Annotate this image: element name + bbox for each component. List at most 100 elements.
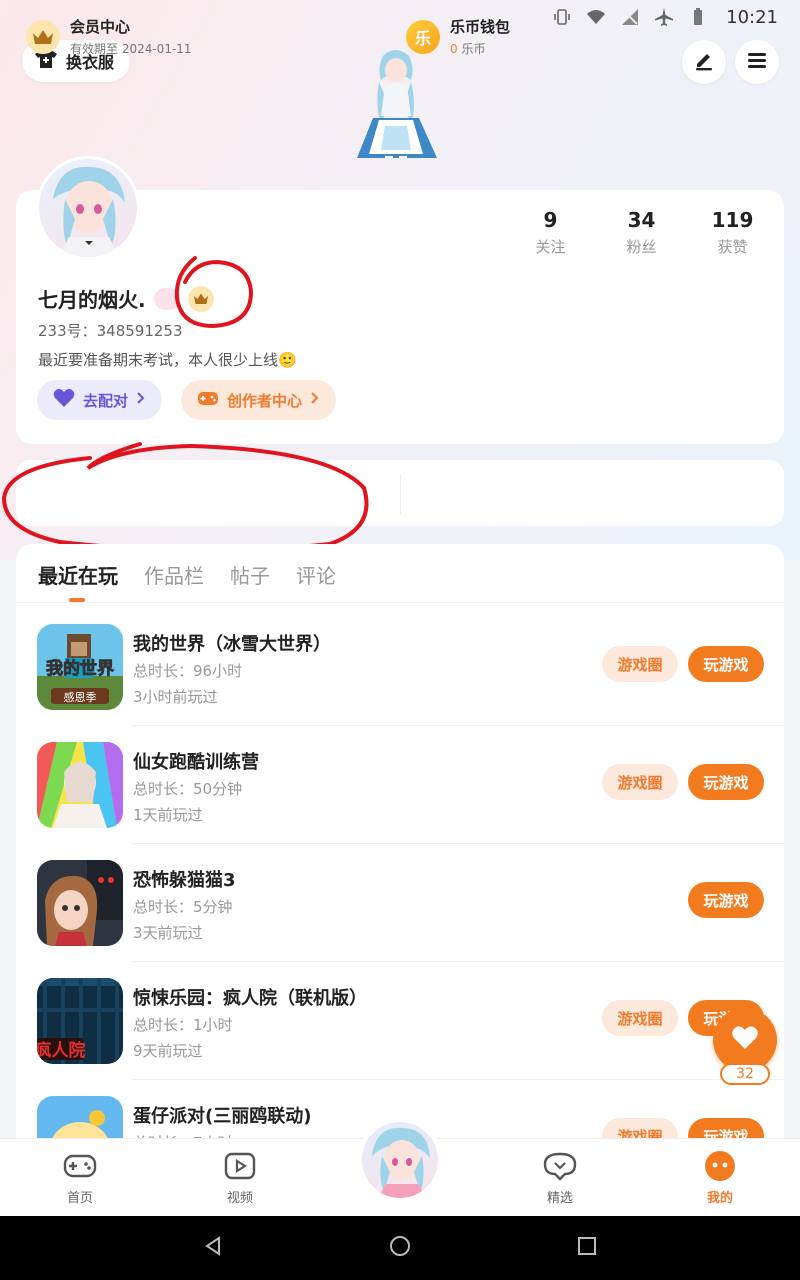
avatar[interactable] xyxy=(36,156,140,260)
nav-video[interactable]: 视频 xyxy=(200,1149,280,1206)
wifi-icon xyxy=(586,7,606,27)
heart-chat-icon xyxy=(543,1149,577,1183)
system-navigation-bar xyxy=(0,1216,800,1280)
game-name: 恐怖躲猫猫3 xyxy=(133,870,236,891)
gamepad-icon xyxy=(63,1149,97,1183)
profile-tabs: 最近在玩 作品栏 帖子 评论 xyxy=(38,560,336,589)
game-name: 惊悚乐园：疯人院（联机版） xyxy=(133,988,367,1009)
heart-icon xyxy=(731,1025,759,1055)
play-game-button[interactable]: 玩游戏 xyxy=(688,764,764,800)
tab-comments[interactable]: 评论 xyxy=(296,560,336,589)
member-center-entry[interactable]: 会员中心 有效期至 2024-01-11 xyxy=(26,16,192,57)
game-name: 我的世界（冰雪大世界） xyxy=(133,634,331,655)
wallet-amount: 0 xyxy=(450,42,458,56)
game-row[interactable]: 恐怖躲猫猫3 总时长：5分钟 3天前玩过 玩游戏 xyxy=(16,840,784,958)
menu-icon xyxy=(746,49,768,75)
back-icon[interactable] xyxy=(202,1235,224,1261)
vibrate-icon xyxy=(552,7,572,27)
nav-featured[interactable]: 精选 xyxy=(520,1149,600,1206)
nav-avatar xyxy=(362,1122,438,1198)
member-expiry: 有效期至 2024-01-11 xyxy=(70,42,192,56)
nav-video-label: 视频 xyxy=(226,1191,253,1206)
play-game-button[interactable]: 玩游戏 xyxy=(688,646,764,682)
nav-avatar-button[interactable] xyxy=(358,1118,442,1202)
menu-button[interactable] xyxy=(735,40,779,84)
le-coin-icon: 乐 xyxy=(406,19,440,54)
stat-following[interactable]: 9 关注 xyxy=(505,208,596,257)
game-name: 仙女跑酷训练营 xyxy=(133,752,259,773)
avatar-figure[interactable] xyxy=(345,46,445,190)
nav-featured-label: 精选 xyxy=(546,1191,573,1206)
game-icon-title: 疯人院 xyxy=(37,1040,86,1061)
video-icon xyxy=(223,1149,257,1183)
nav-home[interactable]: 首页 xyxy=(40,1149,120,1206)
stat-likes[interactable]: 119 获赞 xyxy=(687,208,778,257)
edit-profile-button[interactable] xyxy=(682,40,726,84)
nav-home-label: 首页 xyxy=(66,1191,93,1206)
game-duration: 总时长：96小时 xyxy=(133,662,243,680)
game-row[interactable]: 我的世界 感恩季 我的世界（冰雪大世界） 总时长：96小时 3小时前玩过 游戏圈… xyxy=(16,604,784,722)
game-icon-minecraft: 我的世界 感恩季 xyxy=(37,624,123,710)
member-center-title: 会员中心 xyxy=(70,18,131,36)
stat-following-label: 关注 xyxy=(535,238,566,256)
user-bio: 最近要准备期末考试，本人很少上线🙂 xyxy=(38,351,297,369)
tab-recently-played[interactable]: 最近在玩 xyxy=(38,560,118,589)
game-row[interactable]: 仙女跑酷训练营 总时长：50分钟 1天前玩过 游戏圈 玩游戏 xyxy=(16,722,784,840)
game-icon-title: 我的世界 xyxy=(46,658,114,679)
game-last-played: 3天前玩过 xyxy=(133,924,203,942)
profile-stats: 9 关注 34 粉丝 119 获赞 xyxy=(505,208,778,257)
crown-icon xyxy=(26,19,60,54)
game-last-played: 3小时前玩过 xyxy=(133,688,218,706)
vip-crown-icon[interactable] xyxy=(187,285,214,312)
wallet-entry[interactable]: 乐 乐币钱包 0 乐币 xyxy=(406,16,510,57)
game-circle-button[interactable]: 游戏圈 xyxy=(602,1000,678,1036)
tab-works[interactable]: 作品栏 xyxy=(144,560,204,589)
face-icon xyxy=(703,1149,737,1183)
nav-me-label: 我的 xyxy=(706,1191,733,1206)
wallet-title: 乐币钱包 xyxy=(450,18,511,36)
wallet-unit: 乐币 xyxy=(461,42,486,56)
game-circle-button[interactable]: 游戏圈 xyxy=(602,764,678,800)
stat-fans-count: 34 xyxy=(627,208,656,232)
battery-icon xyxy=(688,7,708,27)
no-signal-icon xyxy=(620,7,640,27)
recents-icon[interactable] xyxy=(576,1235,598,1261)
game-icon-fairy-parkour xyxy=(37,742,123,828)
play-game-button[interactable]: 玩游戏 xyxy=(688,882,764,918)
stat-likes-label: 获赞 xyxy=(717,238,748,256)
game-circle-button[interactable]: 游戏圈 xyxy=(602,646,678,682)
stat-following-count: 9 xyxy=(543,208,558,232)
clock: 10:21 xyxy=(726,6,778,28)
tab-posts[interactable]: 帖子 xyxy=(230,560,270,589)
stat-fans[interactable]: 34 粉丝 xyxy=(596,208,687,257)
game-row[interactable]: 疯人院 惊悚乐园：疯人院（联机版） 总时长：1小时 9天前玩过 游戏圈 玩游戏 xyxy=(16,958,784,1076)
match-label: 去配对 xyxy=(83,391,129,410)
edit-icon xyxy=(693,49,715,75)
stat-likes-count: 119 xyxy=(711,208,754,232)
game-icon-asylum: 疯人院 xyxy=(37,978,123,1064)
favorite-count: 32 xyxy=(720,1063,770,1085)
chevron-right-icon xyxy=(136,391,146,409)
chevron-right-icon xyxy=(310,391,320,409)
user-id: 233号：348591253 xyxy=(38,322,183,340)
heart-icon xyxy=(53,388,75,412)
game-icon-horror-hide-seek xyxy=(37,860,123,946)
game-duration: 总时长：1小时 xyxy=(133,1016,233,1034)
match-button[interactable]: 去配对 xyxy=(37,380,163,420)
divider xyxy=(400,474,401,514)
stat-fans-label: 粉丝 xyxy=(626,238,657,256)
nav-me[interactable]: 我的 xyxy=(680,1149,760,1206)
game-name: 蛋仔派对(三丽鸥联动) xyxy=(133,1106,312,1127)
username: 七月的烟火. xyxy=(38,288,146,312)
creator-center-label: 创作者中心 xyxy=(227,391,303,410)
gamepad-icon xyxy=(197,389,219,411)
game-icon-subtitle: 感恩季 xyxy=(64,691,97,704)
creator-center-button[interactable]: 创作者中心 xyxy=(181,380,337,420)
game-last-played: 1天前玩过 xyxy=(133,806,203,824)
home-icon[interactable] xyxy=(388,1234,412,1262)
tabs-divider xyxy=(16,602,784,603)
airplane-icon xyxy=(654,7,674,27)
game-last-played: 9天前玩过 xyxy=(133,1042,203,1060)
game-duration: 总时长：50分钟 xyxy=(133,780,243,798)
level-badge-icon[interactable] xyxy=(153,287,180,310)
